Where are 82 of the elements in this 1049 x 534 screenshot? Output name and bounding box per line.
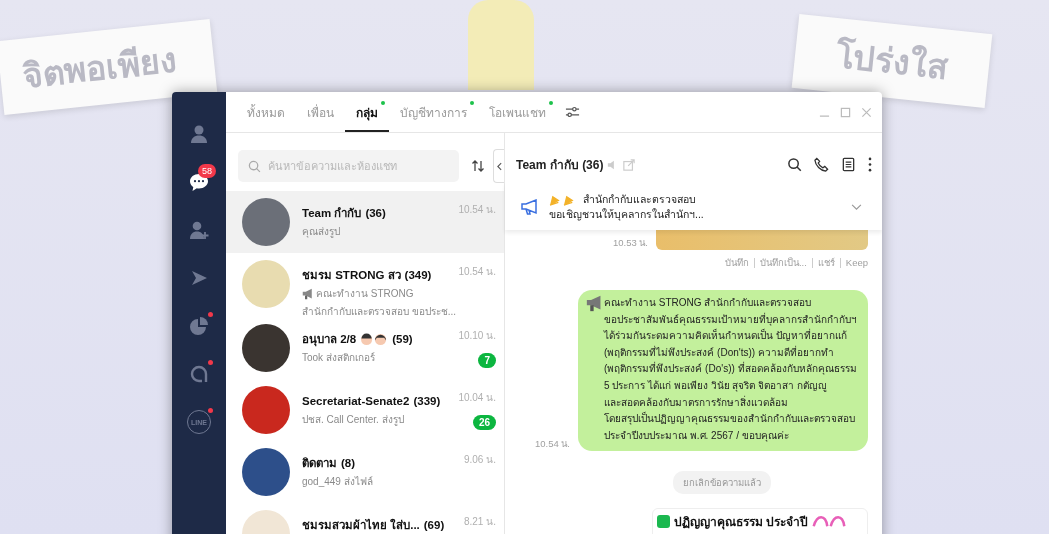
sliders-icon[interactable] — [565, 106, 580, 118]
close-icon[interactable] — [861, 106, 872, 118]
chat-list-item[interactable]: Secretariat-Senate2 (339) ปชส. Call Center. ส่งรูป 10.04 น. 26 — [226, 379, 504, 441]
message-preview: Took ส่งสติกเกอร์ — [302, 351, 375, 365]
maximize-icon[interactable] — [840, 106, 851, 118]
filter-tab[interactable]: ทั้งหมด — [236, 92, 296, 132]
faces-icon — [360, 333, 389, 346]
member-count: (59) — [392, 332, 413, 347]
member-count: (339) — [413, 394, 441, 409]
message-preview: สำนักกำกับและตรวจสอบ ขอประช... — [302, 305, 457, 319]
chat-name: Team กำกับ — [302, 206, 362, 221]
search-icon — [248, 160, 261, 173]
chat-time: 8.21 น. — [463, 515, 496, 529]
phone-icon[interactable] — [814, 157, 829, 172]
search-field[interactable]: ค้นหาข้อความและห้องแชท — [238, 150, 459, 182]
unread-count: 7 — [478, 353, 496, 368]
announcement-banner[interactable]: สำนักกำกับและตรวจสอบ ขอเชิญชวนให้บุคลากรในสำนักฯ... — [505, 182, 882, 230]
openchat-icon — [189, 364, 209, 384]
chat-time: 10.04 น. — [458, 391, 496, 405]
flag-banner: โปร่งใส — [791, 14, 993, 108]
pie-icon — [189, 316, 209, 336]
image-action-link[interactable]: Keep — [845, 257, 868, 268]
megaphone-icon — [302, 287, 314, 300]
person-icon — [189, 124, 209, 144]
announcement-text: สำนักกำกับและตรวจสอบ — [583, 192, 696, 207]
add-person-icon — [189, 220, 209, 240]
chevron-down-icon — [851, 203, 862, 211]
chats-nav-item[interactable]: 58 — [179, 164, 219, 200]
chat-time: 10.10 น. — [458, 329, 496, 343]
chat-name: อนุบาล 2/8 — [302, 332, 357, 347]
member-count: (69) — [423, 518, 445, 533]
member-count: (36) — [365, 206, 386, 221]
play-icon — [189, 268, 209, 288]
image-action-link[interactable]: บันทึก — [724, 255, 749, 270]
decoration-drawing — [812, 514, 847, 529]
message-preview: คุณส่งรูป — [302, 225, 340, 239]
image-action-link[interactable]: บันทึกเป็น... — [759, 255, 807, 270]
notification-dot — [208, 408, 213, 413]
announcement-text: ขอเชิญชวนให้บุคลากรในสำนักฯ... — [549, 207, 705, 222]
more-icon[interactable] — [868, 157, 872, 172]
chat-list-item[interactable]: ติดตาม (8) god_449 ส่งไฟล์ 9.06 น. — [226, 441, 504, 503]
chevron-left-icon — [496, 161, 502, 171]
notification-dot — [208, 312, 213, 317]
chat-name: ชมรม STRONG สว — [302, 268, 401, 283]
chat-name: ชมรมสวมผ้าไทย ใส่บ... — [302, 518, 420, 533]
external-window-icon — [623, 158, 636, 171]
notification-dot — [208, 360, 213, 365]
chat-title: Team กำกับ (36) — [516, 157, 604, 174]
collapse-button[interactable] — [493, 149, 504, 183]
filter-tab[interactable]: บัญชีทางการ — [389, 92, 478, 132]
chat-time: 10.54 น. — [458, 265, 496, 279]
chat-time: 10.54 น. — [458, 203, 496, 217]
flag-banner: จิตพอเพียง — [0, 19, 218, 115]
message-time: 10.53 น. — [612, 236, 648, 250]
chat-list-item[interactable]: ชมรม STRONG สว (349) คณะทำงาน STRONG สำนักกำกับและตรวจสอบ ขอประช... 10.54 น. — [226, 253, 504, 317]
chat-list-item[interactable]: อนุบาล 2/8 (59) Took ส่งสติกเกอร์ 10.10 น. 7 — [226, 317, 504, 379]
system-notice: ยกเลิกข้อความแล้ว — [672, 471, 771, 495]
message-preview: ปชส. Call Center. ส่งรูป — [302, 413, 404, 427]
megaphone-icon — [521, 199, 539, 215]
member-count: (349) — [404, 268, 432, 283]
card-title: ปฏิญญาคุณธรรม ประจำปี — [674, 514, 809, 532]
image-action-link[interactable]: แชร์ — [817, 255, 835, 270]
search-icon[interactable] — [787, 157, 802, 172]
chat-name: ติดตาม — [302, 456, 337, 471]
badge-icon — [657, 515, 670, 529]
megaphone-icon — [586, 295, 603, 312]
message-preview: คณะทำงาน STRONG — [316, 287, 414, 301]
sort-icon[interactable] — [471, 159, 485, 173]
message-time: 10.54 น. — [534, 437, 570, 452]
message-preview: god_449 ส่งไฟล์ — [302, 475, 373, 489]
unread-count: 26 — [472, 415, 496, 430]
chat-list-item[interactable]: Team กำกับ (36) คุณส่งรูป 10.54 น. — [226, 191, 504, 253]
filter-tab[interactable]: โอเพนแชท — [478, 92, 557, 132]
message-text: คณะทำงาน STRONG สำนักกำกับและตรวจสอบ ขอประชาสัมพันธ์คุณธรรมเป้าหมายที่บุคลากรสำนักกำกับฯ ได้ร่วมกันระดมความคิดเห็นกำหนดเป็น ปัญหาที่อยากแก้ (พฤติกรรมที่ไม่พึงประสงค์ (Don'ts)) ความดีที่อยากทำ (พฤติกรรมที่พึงประสงค์ (Do's)) ที่สอดคล้องกับหลักคุณธรรม 5 ประการ ได้แก่ พอเพียง วินัย สุจริต จิตอาสา กตัญญู และสอดคล้องกับมาตรการรักษาสิ่งแวดล้อม โดยสรุปเป็นปฏิญญาคุณธรรมของสำนักกำกับและตรวจสอบ ประจำปีงบประมาณ พ.ศ. 2567 / ขอบคุณค่ะ — [604, 296, 857, 444]
filter-tab[interactable]: เพื่อน — [296, 92, 345, 132]
chat-list-item[interactable]: ชมรมสวมผ้าไทย ใส่บ... (69) 8.21 น. — [226, 503, 504, 534]
filter-tab[interactable]: กลุ่ม — [345, 92, 389, 132]
member-count: (8) — [341, 456, 356, 471]
notes-icon[interactable] — [841, 157, 856, 172]
chat-name: Secretariat-Senate2 — [302, 394, 410, 409]
chat-time: 9.06 น. — [463, 453, 496, 467]
unread-badge: 58 — [198, 164, 216, 178]
